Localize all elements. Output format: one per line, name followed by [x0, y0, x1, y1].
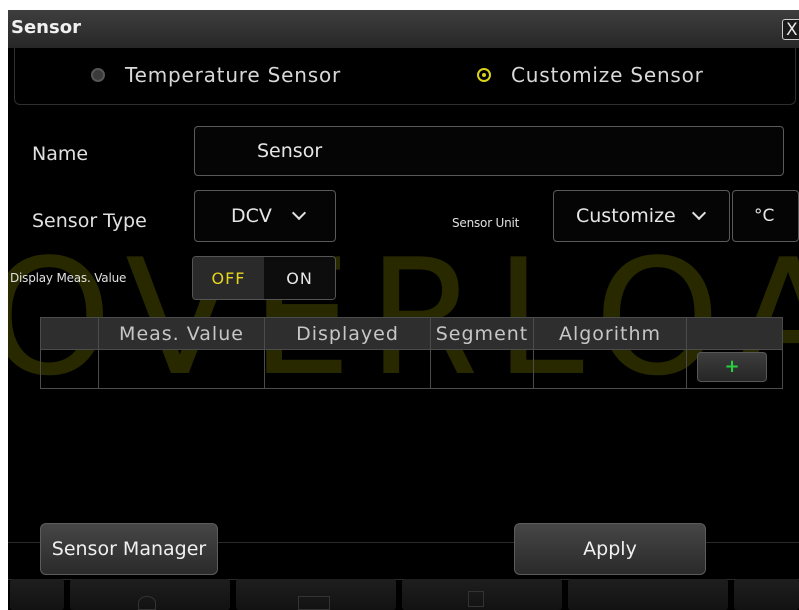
chevron-down-icon [291, 205, 306, 221]
sensor-manager-button[interactable]: Sensor Manager [40, 523, 218, 575]
sensor-manager-label: Sensor Manager [51, 538, 207, 560]
close-button[interactable]: X [782, 19, 799, 40]
softkey-icon [138, 596, 156, 610]
toggle-off-option[interactable]: OFF [193, 257, 264, 299]
add-row-button[interactable]: + [697, 352, 767, 382]
softkey-icon [468, 591, 484, 607]
name-label: Name [32, 143, 89, 165]
softkey[interactable] [734, 579, 799, 610]
table-header-segment: Segment [430, 317, 534, 350]
softkey[interactable] [70, 579, 230, 610]
softkey[interactable] [236, 579, 396, 610]
table-cell[interactable] [98, 349, 265, 389]
name-input[interactable]: Sensor [194, 126, 784, 176]
softkey[interactable] [568, 579, 728, 610]
display-meas-value-label: Display Meas. Value [10, 271, 127, 285]
sensor-type-label: Sensor Type [32, 210, 147, 232]
softkey-bar [8, 577, 799, 610]
name-value: Sensor [257, 140, 323, 162]
sensor-unit-label: Sensor Unit [452, 216, 520, 230]
table-cell: + [686, 349, 783, 389]
close-icon: X [786, 20, 798, 40]
table-header-displayed: Displayed [264, 317, 431, 350]
sensor-type-value: DCV [231, 205, 272, 227]
softkey[interactable] [402, 579, 562, 610]
table-cell[interactable] [533, 349, 687, 389]
sensor-type-select[interactable]: DCV [194, 190, 336, 242]
table-header-meas-value: Meas. Value [98, 317, 265, 350]
sensor-unit-value: Customize [576, 205, 676, 227]
table-cell [40, 349, 99, 389]
chevron-down-icon [691, 205, 706, 221]
toggle-on-option[interactable]: ON [264, 257, 335, 299]
table-row: + [40, 349, 783, 389]
radio-unselected-icon [91, 68, 105, 82]
softkey[interactable] [10, 579, 64, 610]
table-header-index [40, 317, 99, 350]
sensor-table: Meas. Value Displayed Segment Algorithm … [40, 317, 783, 389]
customize-sensor-label: Customize Sensor [511, 63, 704, 87]
temperature-sensor-label: Temperature Sensor [125, 63, 342, 87]
plus-icon: + [724, 356, 740, 377]
display-meas-toggle[interactable]: OFF ON [192, 256, 336, 300]
unit-symbol-field[interactable]: °C [732, 190, 799, 242]
table-cell[interactable] [430, 349, 534, 389]
table-header-row: Meas. Value Displayed Segment Algorithm [40, 317, 783, 350]
toggle-off-label: OFF [211, 268, 246, 288]
table-cell[interactable] [264, 349, 431, 389]
sensor-mode-group: Temperature Sensor Customize Sensor [14, 48, 796, 105]
temperature-sensor-option[interactable]: Temperature Sensor [91, 62, 341, 88]
dialog-title: Sensor [11, 17, 81, 38]
table-header-action [686, 317, 783, 350]
sensor-dialog: Sensor X Temperature Sensor Customize Se… [8, 10, 799, 610]
title-bar: Sensor X [8, 10, 799, 48]
toggle-on-label: ON [286, 268, 313, 288]
softkey-icon [298, 596, 330, 610]
apply-label: Apply [583, 538, 637, 560]
customize-sensor-option[interactable]: Customize Sensor [477, 62, 704, 88]
radio-selected-icon [477, 68, 491, 82]
table-header-algorithm: Algorithm [533, 317, 687, 350]
sensor-unit-select[interactable]: Customize [553, 190, 730, 242]
unit-symbol: °C [754, 206, 775, 226]
apply-button[interactable]: Apply [514, 523, 706, 575]
